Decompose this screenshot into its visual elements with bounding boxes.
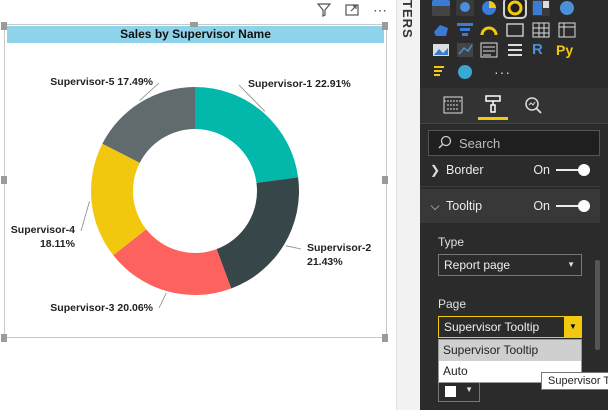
type-select-value: Report page: [444, 258, 511, 272]
tooltip-toggle[interactable]: [556, 200, 590, 212]
border-section-label: Border: [446, 162, 484, 177]
leader-line: [285, 245, 302, 250]
chevron-right-icon: ❯: [429, 162, 441, 177]
filters-label: TERS: [400, 0, 415, 39]
gauge-viz-icon[interactable]: [480, 22, 498, 38]
slice-data-label: Supervisor-3 20.06%: [50, 302, 153, 314]
focus-mode-icon[interactable]: [344, 2, 360, 18]
leader-line: [80, 201, 90, 232]
border-toggle[interactable]: [556, 163, 590, 176]
resize-handle-top[interactable]: [190, 22, 198, 27]
tab-analytics[interactable]: [518, 90, 548, 120]
hover-tooltip: Supervisor Tooltip: [541, 372, 608, 390]
type-label: Type: [438, 235, 465, 249]
page-option-supervisor-tooltip[interactable]: Supervisor Tooltip: [439, 340, 581, 361]
multirow-card-viz-icon[interactable]: [506, 42, 524, 58]
shape-map-viz-icon[interactable]: [432, 22, 450, 38]
leader-line: [158, 292, 167, 309]
more-visuals-icon[interactable]: ···: [494, 64, 511, 80]
format-paint-roller-icon: [485, 94, 501, 113]
donut-chart: Supervisor-1 22.91% Supervisor-2 21.43% Sup…: [11, 76, 372, 314]
page-select-value: Supervisor Tooltip: [444, 320, 540, 334]
tooltip-section-label: Tooltip: [446, 199, 483, 213]
python-viz-icon[interactable]: Py: [556, 42, 578, 58]
filter-icon[interactable]: [316, 2, 332, 18]
type-select[interactable]: Report page ▼: [438, 254, 582, 276]
color-swatch-square: [445, 386, 456, 397]
donut-viz-icon[interactable]: [503, 0, 527, 19]
image-viz-icon[interactable]: [432, 42, 450, 58]
filters-pane-collapsed[interactable]: TERS: [396, 0, 420, 410]
arcgis-viz-icon[interactable]: [456, 64, 474, 80]
resize-handle-bottom-right[interactable]: [382, 334, 388, 342]
analytics-icon: [525, 97, 542, 114]
resize-handle-top-left[interactable]: [1, 22, 7, 30]
map-viz-icon[interactable]: [456, 0, 474, 16]
card-viz-icon[interactable]: [506, 22, 524, 38]
pane-tabs: [420, 88, 608, 124]
slice-data-label: Supervisor-5 17.49%: [50, 76, 153, 88]
slice-data-label: Supervisor-4 18.11%: [11, 224, 76, 250]
tooltip-section-header[interactable]: ⌵ Tooltip On: [420, 189, 600, 223]
tab-format[interactable]: [478, 90, 508, 120]
key-influencers-viz-icon[interactable]: [432, 64, 450, 80]
slice-data-label: Supervisor-2 21.43%: [307, 242, 371, 268]
globe-viz-icon[interactable]: [558, 0, 576, 16]
resize-handle-top-right[interactable]: [382, 22, 388, 30]
chevron-down-icon: ▼: [465, 385, 473, 394]
search-input[interactable]: [459, 135, 589, 151]
more-options-icon[interactable]: ⋯: [372, 2, 388, 18]
treemap-viz-icon[interactable]: [532, 0, 550, 16]
page-select[interactable]: Supervisor Tooltip ▼: [438, 316, 582, 338]
chevron-down-icon: ⌵: [430, 198, 440, 213]
page-label: Page: [438, 297, 467, 311]
resize-handle-left[interactable]: [1, 176, 7, 184]
r-script-viz-icon[interactable]: R: [532, 42, 550, 58]
donut-slice-supervisor-1[interactable]: [195, 87, 299, 183]
chevron-down-icon: ▼: [567, 260, 575, 269]
slicer-viz-icon[interactable]: [432, 0, 450, 16]
tab-fields[interactable]: [438, 90, 468, 120]
kpi-viz-icon[interactable]: [456, 42, 474, 58]
search-icon: [438, 135, 452, 149]
donut-chart-visual[interactable]: Sales by Supervisor Name Supervisor-1 22…: [4, 24, 387, 338]
funnel-viz-icon[interactable]: [456, 22, 474, 38]
resize-handle-bottom-left[interactable]: [1, 334, 7, 342]
tooltip-toggle-label: On: [533, 199, 550, 213]
table-viz-icon[interactable]: [532, 22, 550, 38]
slicer-list-viz-icon[interactable]: [480, 42, 498, 58]
fields-icon: [443, 96, 463, 114]
matrix-viz-icon[interactable]: [558, 22, 576, 38]
border-toggle-label: On: [533, 162, 550, 177]
border-section-header[interactable]: ❯ Border On: [420, 153, 600, 187]
donut-slice-supervisor-2[interactable]: [216, 177, 299, 289]
pie-viz-icon[interactable]: [480, 0, 498, 16]
color-picker[interactable]: ▼: [438, 380, 480, 402]
chevron-down-icon: ▼: [564, 316, 582, 338]
report-canvas: ⋯ Sales by Supervisor Name Supervisor-1 …: [0, 0, 396, 410]
slice-data-label: Supervisor-1 22.91%: [248, 78, 351, 90]
visual-header: ⋯: [316, 2, 388, 18]
pane-scrollbar[interactable]: [595, 260, 600, 350]
resize-handle-right[interactable]: [382, 176, 388, 184]
